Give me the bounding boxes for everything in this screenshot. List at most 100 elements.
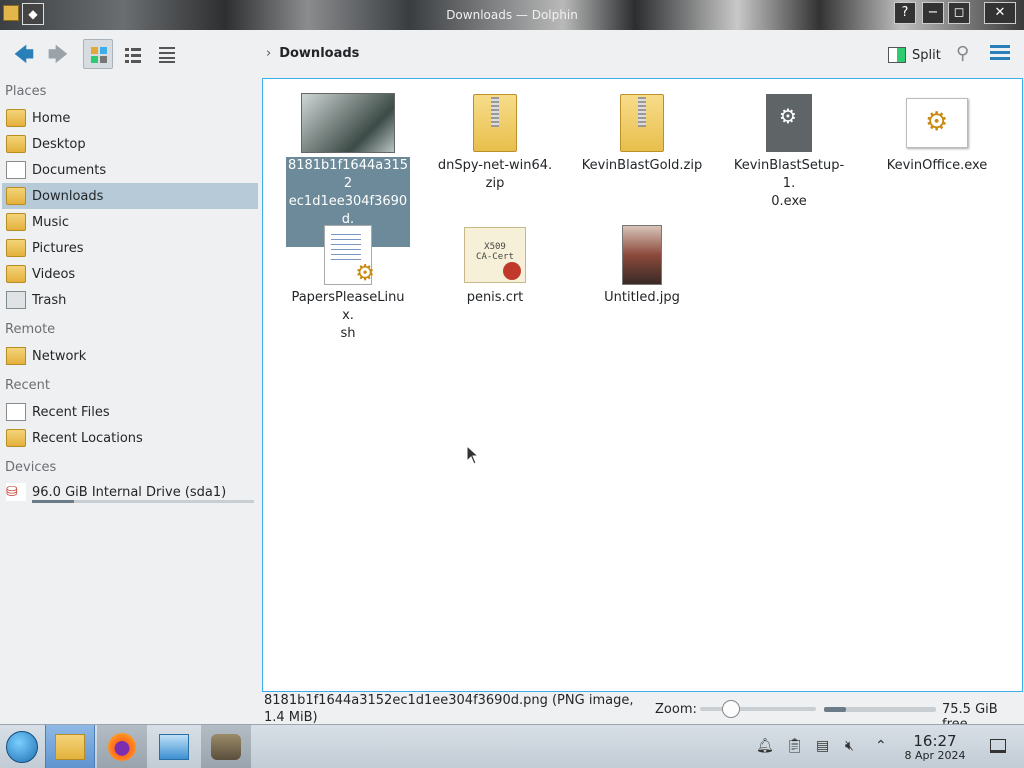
- task-firefox[interactable]: [97, 725, 147, 768]
- free-space-fill: [824, 707, 847, 712]
- toolbar: 🡄 🡆 › Downloads Split ⚲: [0, 30, 1024, 78]
- mouse-cursor-icon: [466, 445, 480, 465]
- firefox-icon: [108, 733, 136, 761]
- file-item-kevinblastgold-zip[interactable]: KevinBlastGold.zip: [580, 89, 704, 175]
- battery-icon[interactable]: ▤: [816, 738, 829, 754]
- certificate-icon: X509 CA-Cert: [464, 227, 526, 283]
- file-name: KevinBlastSetup-1. 0.exe: [733, 158, 845, 209]
- compact-view-icon: [125, 48, 141, 63]
- sidebar-item-documents[interactable]: Documents: [2, 157, 258, 183]
- back-button[interactable]: 🡄: [10, 40, 38, 68]
- desktop-folder-icon: [6, 135, 26, 153]
- pictures-folder-icon: [6, 239, 26, 257]
- forward-button[interactable]: 🡆: [44, 40, 72, 68]
- sidebar-item-music[interactable]: Music: [2, 209, 258, 235]
- arrow-left-icon: 🡄: [13, 42, 35, 66]
- task-dolphin[interactable]: [45, 725, 95, 768]
- hard-drive-icon: ⛁: [6, 483, 26, 501]
- sidebar-item-videos[interactable]: Videos: [2, 261, 258, 287]
- free-space-bar: [824, 707, 936, 712]
- recent-locations-icon: [6, 429, 26, 447]
- executable-gear-icon: ⚙: [766, 94, 812, 152]
- close-button[interactable]: ✕: [984, 2, 1016, 24]
- help-button[interactable]: ?: [894, 2, 916, 24]
- clock[interactable]: 16:27 8 Apr 2024: [900, 733, 970, 763]
- task-system-settings[interactable]: [149, 725, 199, 768]
- chevron-right-icon: ›: [266, 46, 272, 61]
- split-view-icon: [888, 47, 906, 63]
- zoom-slider-handle[interactable]: [722, 700, 740, 718]
- section-places: Places: [5, 84, 47, 99]
- split-label: Split: [912, 47, 941, 63]
- file-name: KevinBlastGold.zip: [581, 158, 703, 173]
- section-devices: Devices: [5, 460, 57, 475]
- shell-script-icon: ⚙: [324, 225, 375, 286]
- trash-icon: [6, 291, 26, 309]
- notifications-icon[interactable]: 🔔︎: [756, 738, 774, 754]
- sidebar-item-recent-files[interactable]: Recent Files: [2, 399, 258, 425]
- search-icon: ⚲: [956, 43, 970, 64]
- file-item-kevinoffice-exe[interactable]: ⚙ KevinOffice.exe: [875, 89, 999, 175]
- details-view-button[interactable]: [151, 39, 181, 69]
- maximize-button[interactable]: ◻: [948, 2, 970, 24]
- minimize-button[interactable]: −: [922, 2, 944, 24]
- zoom-label: Zoom:: [655, 702, 697, 717]
- file-view[interactable]: 8181b1f1644a3152ec1d1ee304f3690d.png dnS…: [262, 78, 1023, 692]
- image-thumbnail: [301, 93, 395, 153]
- hamburger-menu-button[interactable]: [990, 45, 1010, 63]
- breadcrumb-current[interactable]: Downloads: [279, 46, 359, 61]
- taskbar: 🔔︎ 📋︎ ▤ 🔇︎ ⌃ 16:27 8 Apr 2024: [0, 724, 1024, 768]
- downloads-folder-icon: [6, 187, 26, 205]
- drive-usage-bar: [32, 500, 254, 503]
- file-name: PapersPleaseLinux. sh: [291, 290, 405, 341]
- file-name: KevinOffice.exe: [886, 158, 988, 173]
- status-bar: 8181b1f1644a3152ec1d1ee304f3690d.png (PN…: [262, 692, 1024, 732]
- sidebar-item-desktop[interactable]: Desktop: [2, 131, 258, 157]
- split-button[interactable]: Split: [888, 44, 941, 66]
- clipboard-icon[interactable]: 📋︎: [786, 738, 804, 754]
- file-name: dnSpy-net-win64. zip: [437, 158, 553, 191]
- chevron-up-icon[interactable]: ⌃: [875, 738, 887, 754]
- drive-usage-fill: [32, 500, 75, 503]
- file-item-papersplease-sh[interactable]: ⚙ PapersPleaseLinux. sh: [286, 221, 410, 343]
- seal-icon: [503, 262, 521, 280]
- status-info: 8181b1f1644a3152ec1d1ee304f3690d.png (PN…: [264, 693, 634, 725]
- clock-date: 8 Apr 2024: [904, 749, 966, 762]
- task-gimp[interactable]: [201, 725, 251, 768]
- sidebar-item-network[interactable]: Network: [2, 343, 258, 369]
- show-desktop-icon[interactable]: [990, 739, 1006, 753]
- file-item-untitled-jpg[interactable]: Untitled.jpg: [580, 221, 704, 307]
- zoom-slider[interactable]: [700, 700, 816, 718]
- volume-muted-icon[interactable]: 🔇︎: [845, 738, 854, 754]
- breadcrumb[interactable]: › Downloads: [266, 46, 359, 61]
- file-name: penis.crt: [466, 290, 524, 305]
- zip-archive-icon: [620, 94, 664, 152]
- file-item-kevinblastsetup-exe[interactable]: ⚙ KevinBlastSetup-1. 0.exe: [727, 89, 851, 211]
- application-icon: ⚙: [906, 98, 968, 148]
- sidebar-item-recent-locations[interactable]: Recent Locations: [2, 425, 258, 451]
- file-name: Untitled.jpg: [604, 290, 680, 305]
- sidebar-item-downloads[interactable]: Downloads: [2, 183, 258, 209]
- gimp-icon: [211, 734, 241, 760]
- folder-icon: [55, 734, 85, 760]
- clock-time: 16:27: [913, 732, 957, 750]
- documents-icon: [6, 161, 26, 179]
- section-recent: Recent: [5, 378, 50, 393]
- videos-folder-icon: [6, 265, 26, 283]
- start-menu-button[interactable]: [6, 731, 38, 763]
- home-folder-icon: [6, 109, 26, 127]
- places-panel: Places Home Desktop Documents Downloads …: [0, 78, 262, 690]
- file-item-cert[interactable]: X509 CA-Cert penis.crt: [433, 221, 557, 307]
- image-thumbnail: [622, 225, 662, 285]
- network-folder-icon: [6, 347, 26, 365]
- details-view-icon: [159, 47, 175, 63]
- zip-archive-icon: [473, 94, 517, 152]
- sidebar-item-home[interactable]: Home: [2, 105, 258, 131]
- arrow-right-icon: 🡆: [47, 42, 69, 66]
- search-button[interactable]: ⚲: [956, 43, 969, 64]
- compact-view-button[interactable]: [117, 39, 147, 69]
- sidebar-item-pictures[interactable]: Pictures: [2, 235, 258, 261]
- icons-view-button[interactable]: [83, 39, 113, 69]
- file-item-dnspy-zip[interactable]: dnSpy-net-win64. zip: [433, 89, 557, 193]
- sidebar-item-trash[interactable]: Trash: [2, 287, 258, 313]
